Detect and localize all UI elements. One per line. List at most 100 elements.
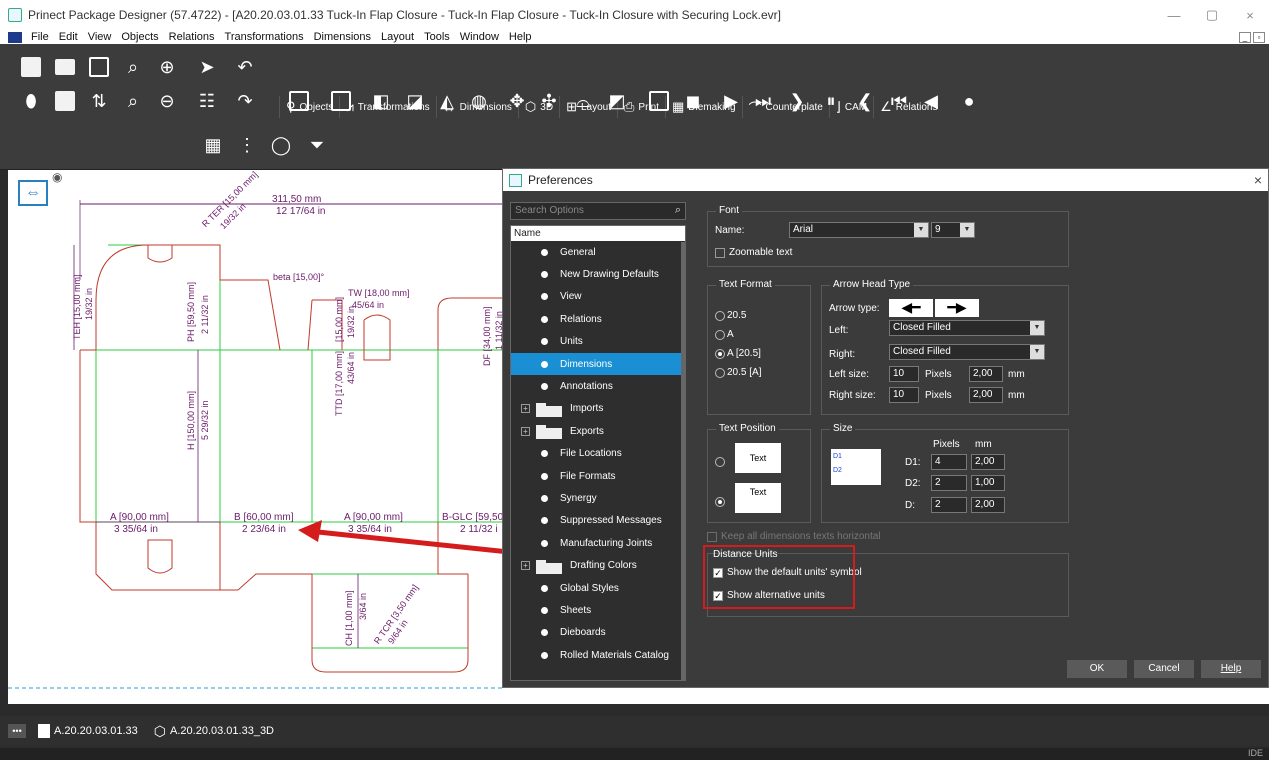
format-radio-20-5-a[interactable] <box>715 368 725 378</box>
format-label-a: A <box>727 329 734 340</box>
highlight-box <box>703 545 855 609</box>
tree-item-imports[interactable]: + Imports <box>511 398 685 420</box>
keep-horizontal-checkbox[interactable] <box>707 532 717 542</box>
format-radio-a-20-5[interactable] <box>715 349 725 359</box>
status-bar: IDE <box>0 748 1269 760</box>
expand-icon[interactable]: + <box>521 561 530 571</box>
dialog-title: Preferences <box>528 173 593 187</box>
zoomable-text-checkbox[interactable] <box>715 248 725 258</box>
d1-label: D1: <box>905 457 921 468</box>
right-size-mm-label: mm <box>1008 390 1025 401</box>
left-size-px-input[interactable]: 10 <box>889 366 919 382</box>
tree-item-units[interactable]: Units <box>511 331 685 353</box>
bullet-icon <box>541 383 548 391</box>
tree-item-file-locations[interactable]: File Locations <box>511 443 685 465</box>
format-label-a-20-5: A [20.5] <box>727 348 761 359</box>
d-mm-input[interactable]: 2,00 <box>971 497 1005 513</box>
arrow-left-label: Left: <box>829 325 849 336</box>
tree-item-relations[interactable]: Relations <box>511 308 685 330</box>
arrow-left-icon[interactable]: ◀━ <box>889 299 933 317</box>
left-size-mm-label: mm <box>1008 369 1025 380</box>
tree-item-synergy[interactable]: Synergy <box>511 487 685 509</box>
cube-icon: ⬡ <box>153 722 167 739</box>
d2-label: D2: <box>905 478 921 489</box>
dialog-close-button[interactable]: × <box>1254 172 1262 188</box>
format-label-20-5: 20.5 <box>727 310 747 321</box>
ok-button[interactable]: OK <box>1067 660 1127 678</box>
right-size-mm-input[interactable]: 2,00 <box>969 387 1003 403</box>
tree-item-file-formats[interactable]: File Formats <box>511 465 685 487</box>
tree-item-annotations[interactable]: Annotations <box>511 375 685 397</box>
bullet-icon <box>541 248 548 256</box>
tree-item-view[interactable]: View <box>511 286 685 308</box>
tree-item-dieboards[interactable]: Dieboards <box>511 622 685 644</box>
tree-item-sheets[interactable]: Sheets <box>511 599 685 621</box>
bullet-icon <box>541 517 548 525</box>
left-size-pixels-label: Pixels <box>925 369 952 380</box>
d1-px-input[interactable]: 4 <box>931 454 967 470</box>
arrow-right-label: Right: <box>829 349 856 360</box>
dialog-title-bar: Preferences × <box>503 169 1268 191</box>
options-tree: Name General New Drawing Defaults View R… <box>510 225 686 681</box>
d-px-input[interactable]: 2 <box>931 497 967 513</box>
expand-icon[interactable]: + <box>521 426 530 436</box>
bullet-icon <box>541 629 548 637</box>
tree-item-drafting-colors[interactable]: + Drafting Colors <box>511 554 685 576</box>
document-icon <box>38 724 50 738</box>
font-size-select[interactable]: 9 ▼ <box>931 222 975 238</box>
status-ide: IDE <box>1247 748 1263 758</box>
size-mm-header: mm <box>975 439 992 450</box>
arrow-right-select[interactable]: Closed Filled ▼ <box>889 344 1045 360</box>
tree-item-dimensions[interactable]: Dimensions <box>511 352 685 376</box>
expand-icon[interactable]: + <box>521 404 530 414</box>
font-name-label: Name: <box>715 225 745 236</box>
bullet-icon <box>541 271 548 279</box>
doc-tab-3d[interactable]: ⬡ A.20.20.03.01.33_3D <box>150 723 278 740</box>
document-tabs-bar: ••• A.20.20.03.01.33 ⬡ A.20.20.03.01.33_3… <box>0 716 1269 746</box>
bullet-icon <box>541 360 548 368</box>
d2-px-input[interactable]: 2 <box>931 475 967 491</box>
chevron-down-icon: ▼ <box>1030 345 1044 359</box>
more-icon[interactable]: ••• <box>8 724 26 738</box>
chevron-down-icon: ▼ <box>914 223 928 237</box>
bullet-icon <box>541 584 548 592</box>
chevron-down-icon: ▼ <box>1030 321 1044 335</box>
d-label: D: <box>905 500 915 511</box>
size-pixels-header: Pixels <box>933 439 960 450</box>
keep-horizontal-label: Keep all dimensions texts horizontal <box>721 531 881 542</box>
left-size-mm-input[interactable]: 2,00 <box>969 366 1003 382</box>
left-size-label: Left size: <box>829 369 870 380</box>
tree-item-exports[interactable]: + Exports <box>511 420 685 442</box>
search-options-input[interactable]: Search Options ⌕ <box>510 202 686 220</box>
app-window: Prinect Package Designer (57.4722) - [A2… <box>0 0 1269 760</box>
right-size-label: Right size: <box>829 390 876 401</box>
preferences-icon <box>509 173 522 187</box>
format-radio-a[interactable] <box>715 330 725 340</box>
tree-item-manufacturing-joints[interactable]: Manufacturing Joints <box>511 532 685 554</box>
font-name-select[interactable]: Arial ▼ <box>789 222 929 238</box>
tree-item-new-drawing-defaults[interactable]: New Drawing Defaults <box>511 263 685 285</box>
zoomable-text-label: Zoomable text <box>729 247 793 258</box>
right-size-px-input[interactable]: 10 <box>889 387 919 403</box>
tree-scrollbar[interactable] <box>681 242 685 680</box>
tree-item-suppressed-messages[interactable]: Suppressed Messages <box>511 510 685 532</box>
tree-item-global-styles[interactable]: Global Styles <box>511 577 685 599</box>
bullet-icon <box>541 338 548 346</box>
arrow-left-select[interactable]: Closed Filled ▼ <box>889 320 1045 336</box>
tree-item-general[interactable]: General <box>511 241 685 263</box>
format-radio-20-5[interactable] <box>715 311 725 321</box>
cancel-button[interactable]: Cancel <box>1134 660 1194 678</box>
text-position-radio-inline[interactable] <box>715 457 725 467</box>
d2-mm-input[interactable]: 1,00 <box>971 475 1005 491</box>
right-size-pixels-label: Pixels <box>925 390 952 401</box>
d1-mm-input[interactable]: 2,00 <box>971 454 1005 470</box>
text-position-radio-above[interactable] <box>715 497 725 507</box>
tree-item-rolled-materials-catalog[interactable]: Rolled Materials Catalog <box>511 644 685 666</box>
bullet-icon <box>541 315 548 323</box>
doc-tab-2d[interactable]: A.20.20.03.01.33 <box>34 724 142 738</box>
help-button[interactable]: Help <box>1201 660 1261 678</box>
arrow-right-icon[interactable]: ━▶ <box>935 299 979 317</box>
bullet-icon <box>541 293 548 301</box>
bullet-icon <box>541 651 548 659</box>
format-label-20-5-a: 20.5 [A] <box>727 367 762 378</box>
